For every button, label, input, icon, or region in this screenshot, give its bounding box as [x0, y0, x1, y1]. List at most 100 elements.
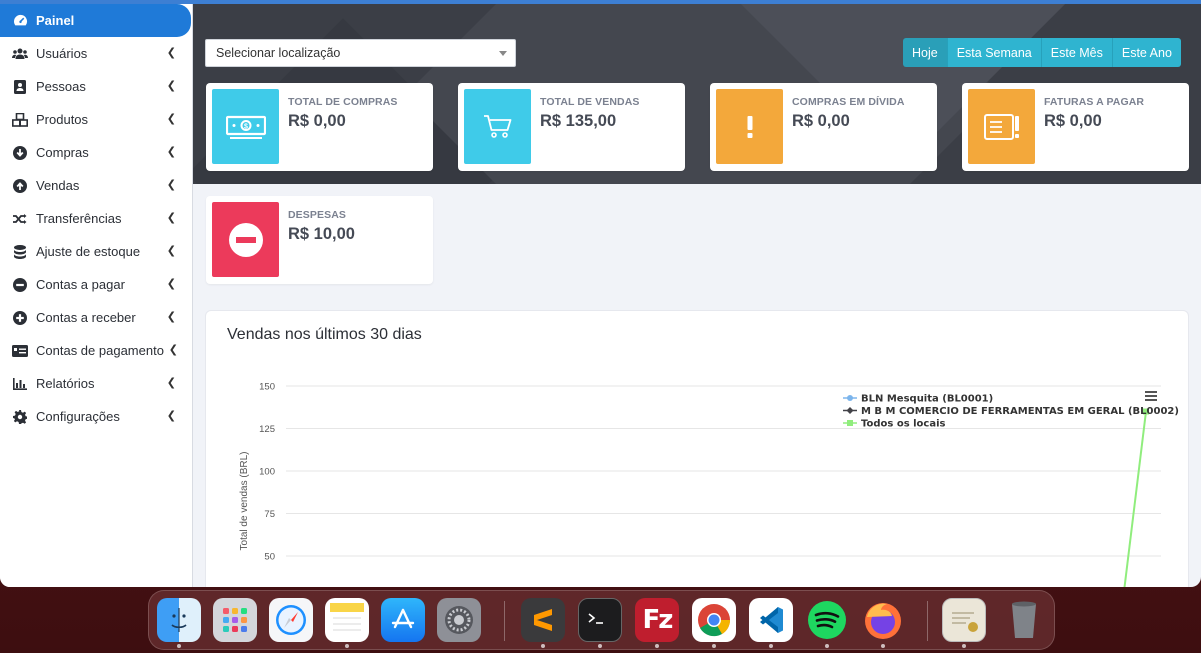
- hamburger-menu-icon[interactable]: [1145, 391, 1157, 401]
- sidebar-item-label: Usuários: [36, 46, 88, 61]
- running-indicator: [825, 644, 829, 648]
- invoice-alert-icon: [968, 89, 1035, 164]
- sales-chart-panel: Vendas nos últimos 30 dias Total de vend…: [205, 310, 1189, 587]
- y-axis-label: Total de vendas (BRL): [239, 452, 250, 551]
- stat-label: TOTAL DE COMPRAS: [288, 96, 398, 108]
- macos-dock: Fz: [148, 590, 1055, 650]
- exclamation-icon: [716, 89, 783, 164]
- sidebar-item-ajuste-estoque[interactable]: Ajuste de estoque ❮: [0, 235, 192, 268]
- legend-item[interactable]: BLN Mesquita (BL0001): [843, 394, 993, 405]
- chevron-left-icon: ❮: [166, 410, 176, 422]
- sublime-text-icon[interactable]: [521, 598, 565, 642]
- legend-marker: [847, 420, 853, 426]
- sidebar-item-label: Ajuste de estoque: [36, 244, 141, 259]
- contact-card-icon: [12, 79, 28, 95]
- sidebar-item-vendas[interactable]: Vendas ❮: [0, 169, 192, 202]
- certificate-icon[interactable]: [942, 598, 986, 642]
- firefox-icon[interactable]: [861, 598, 905, 642]
- chevron-left-icon: ❮: [166, 80, 176, 92]
- stat-value: R$ 10,00: [288, 225, 355, 243]
- finder-icon[interactable]: [157, 598, 201, 642]
- sidebar-item-label: Relatórios: [36, 376, 95, 391]
- users-icon: [12, 46, 28, 62]
- arrow-circle-down-icon: [12, 145, 28, 161]
- legend-marker: [847, 395, 853, 401]
- stat-value: R$ 135,00: [540, 112, 617, 130]
- stat-value: R$ 0,00: [792, 112, 850, 130]
- stat-card-total-compras: $ TOTAL DE COMPRAS R$ 0,00: [206, 83, 433, 171]
- period-button-month[interactable]: Este Mês: [1041, 38, 1113, 67]
- running-indicator: [177, 644, 181, 648]
- running-indicator: [541, 644, 545, 648]
- sidebar-item-pessoas[interactable]: Pessoas ❮: [0, 70, 192, 103]
- sidebar-item-label: Transferências: [36, 211, 122, 226]
- legend-label: BLN Mesquita (BL0001): [861, 394, 993, 405]
- sidebar-item-configuracoes[interactable]: Configurações ❮: [0, 400, 192, 433]
- location-select[interactable]: Selecionar localização: [205, 39, 516, 67]
- system-preferences-icon[interactable]: [437, 598, 481, 642]
- trash-icon[interactable]: [1002, 598, 1046, 642]
- chevron-left-icon: ❮: [166, 179, 176, 191]
- dashboard-icon: [12, 13, 28, 29]
- filezilla-icon[interactable]: Fz: [635, 598, 679, 642]
- sidebar-item-label: Compras: [36, 145, 89, 160]
- launchpad-icon[interactable]: [213, 598, 257, 642]
- running-indicator: [712, 644, 716, 648]
- app-store-icon[interactable]: [381, 598, 425, 642]
- chrome-icon[interactable]: [692, 598, 736, 642]
- stat-value: R$ 0,00: [288, 112, 346, 130]
- sidebar-item-contas-receber[interactable]: Contas a receber ❮: [0, 301, 192, 334]
- legend-item[interactable]: M B M COMERCIO DE FERRAMENTAS EM GERAL (…: [843, 406, 1179, 417]
- sidebar-item-produtos[interactable]: Produtos ❮: [0, 103, 192, 136]
- notes-icon[interactable]: [325, 598, 369, 642]
- sidebar-item-label: Contas a receber: [36, 310, 136, 325]
- sidebar: Painel Usuários ❮ Pessoas ❮ Produtos ❮ C…: [0, 4, 193, 587]
- running-indicator: [655, 644, 659, 648]
- plus-circle-icon: [12, 310, 28, 326]
- sidebar-item-compras[interactable]: Compras ❮: [0, 136, 192, 169]
- running-indicator: [881, 644, 885, 648]
- period-button-year[interactable]: Este Ano: [1112, 38, 1181, 67]
- stat-value: R$ 0,00: [1044, 112, 1102, 130]
- running-indicator: [769, 644, 773, 648]
- stat-label: COMPRAS EM DÍVIDA: [792, 96, 905, 108]
- sidebar-item-contas-pagamento[interactable]: Contas de pagamento ❮: [0, 334, 192, 367]
- sidebar-item-label: Pessoas: [36, 79, 86, 94]
- sidebar-item-transferencias[interactable]: Transferências ❮: [0, 202, 192, 235]
- chevron-left-icon: ❮: [166, 278, 176, 290]
- spotify-icon[interactable]: [805, 598, 849, 642]
- sidebar-item-painel[interactable]: Painel: [0, 4, 191, 37]
- vscode-icon[interactable]: [749, 598, 793, 642]
- chevron-left-icon: ❮: [166, 245, 176, 257]
- money-card-icon: [12, 343, 28, 359]
- chevron-left-icon: ❮: [168, 344, 178, 356]
- safari-icon[interactable]: [269, 598, 313, 642]
- legend-label: M B M COMERCIO DE FERRAMENTAS EM GERAL (…: [861, 406, 1179, 417]
- chevron-left-icon: ❮: [166, 212, 176, 224]
- stat-card-despesas: DESPESAS R$ 10,00: [206, 196, 433, 284]
- sidebar-item-contas-pagar[interactable]: Contas a pagar ❮: [0, 268, 192, 301]
- bar-chart-icon: [12, 376, 28, 392]
- terminal-icon[interactable]: [578, 598, 622, 642]
- sidebar-item-usuarios[interactable]: Usuários ❮: [0, 37, 192, 70]
- y-tick-label: 150: [259, 382, 275, 393]
- location-select-value: Selecionar localização: [216, 46, 341, 60]
- stat-label: FATURAS A PAGAR: [1044, 96, 1145, 108]
- arrow-circle-up-icon: [12, 178, 28, 194]
- minus-circle-icon: [12, 277, 28, 293]
- period-button-today[interactable]: Hoje: [903, 38, 948, 67]
- running-indicator: [962, 644, 966, 648]
- sidebar-item-relatorios[interactable]: Relatórios ❮: [0, 367, 192, 400]
- gear-icon: [12, 409, 28, 425]
- chevron-left-icon: ❮: [166, 146, 176, 158]
- legend-item[interactable]: Todos os locais: [843, 419, 946, 430]
- stat-label: DESPESAS: [288, 209, 346, 221]
- period-button-week[interactable]: Esta Semana: [947, 38, 1042, 67]
- chevron-left-icon: ❮: [166, 113, 176, 125]
- sidebar-item-label: Vendas: [36, 178, 80, 193]
- y-tick-label: 125: [259, 424, 275, 435]
- dock-separator: [504, 601, 505, 641]
- stat-card-faturas-pagar: FATURAS A PAGAR R$ 0,00: [962, 83, 1189, 171]
- sidebar-item-label: Painel: [36, 13, 75, 28]
- period-button-group: Hoje Esta Semana Este Mês Este Ano: [903, 38, 1181, 67]
